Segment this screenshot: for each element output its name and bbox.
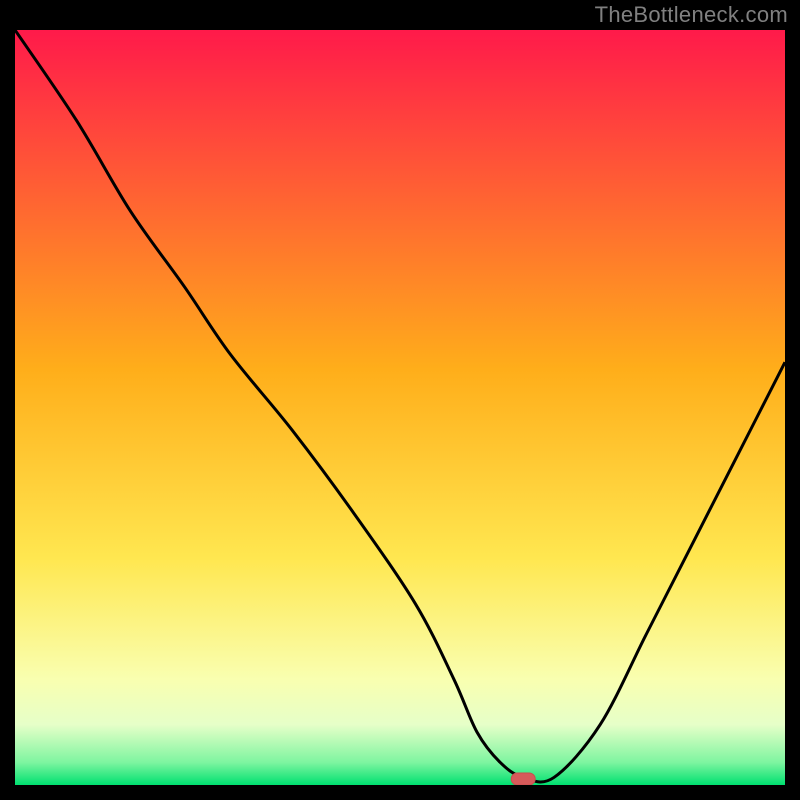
bottleneck-chart (15, 30, 785, 785)
gradient-background (15, 30, 785, 785)
chart-frame: TheBottleneck.com (0, 0, 800, 800)
optimum-marker (511, 773, 535, 785)
watermark-text: TheBottleneck.com (595, 2, 788, 28)
plot-area (15, 30, 785, 785)
